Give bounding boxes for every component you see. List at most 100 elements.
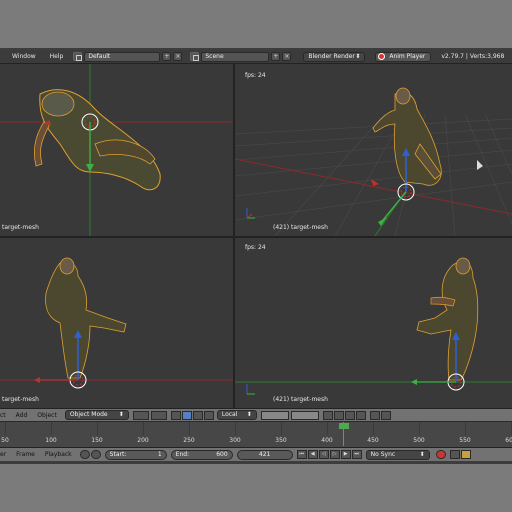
timeline-tick bbox=[281, 422, 282, 435]
current-frame-value: 421 bbox=[258, 450, 271, 458]
stats-text: v2.79.7 | Verts:3,968 bbox=[441, 53, 505, 60]
end-frame-label: End: bbox=[175, 450, 190, 458]
viewport-bottom-right[interactable]: fps: 24 (421) target-mesh bbox=[235, 238, 512, 408]
lock-layers-button[interactable] bbox=[322, 410, 333, 420]
timeline-header: er Frame Playback Start: 1 End: 600 421 … bbox=[0, 447, 512, 461]
viewport-bottom-left-label: target-mesh bbox=[2, 396, 39, 403]
menu-window[interactable]: Window bbox=[12, 53, 36, 60]
timeline-tick bbox=[189, 422, 190, 435]
timeline-tick-label: 200 bbox=[137, 437, 149, 444]
timeline-tick bbox=[327, 422, 328, 435]
viewport-bottom-right-scene bbox=[235, 257, 512, 395]
anim-player-label: Anim Player bbox=[389, 52, 426, 60]
viewport-top-right-scene bbox=[235, 87, 512, 236]
viewport-bottom-left-scene bbox=[0, 257, 233, 389]
jump-end-button[interactable]: ⏭ bbox=[351, 450, 362, 459]
render-preview-button[interactable] bbox=[369, 410, 380, 420]
timeline-tick bbox=[97, 422, 98, 435]
end-frame-value: 600 bbox=[216, 450, 228, 458]
screen-layout-icon[interactable] bbox=[73, 52, 83, 61]
cancel-icon bbox=[378, 53, 386, 60]
timeline-tick-label: 500 bbox=[413, 437, 425, 444]
anim-player-button[interactable]: Anim Player bbox=[375, 51, 432, 62]
viewport-top-right-fps: fps: 24 bbox=[245, 72, 266, 79]
preview-range-toggle[interactable] bbox=[79, 450, 90, 459]
timeline-tick-label: 600 bbox=[505, 437, 512, 444]
key-insert-button[interactable] bbox=[460, 450, 471, 459]
viewport-divider-horizontal[interactable] bbox=[0, 236, 512, 238]
layers-block-1[interactable] bbox=[260, 410, 289, 420]
render-engine-dropdown[interactable]: Blender Render ⬍ bbox=[303, 51, 366, 62]
menu-select[interactable]: ct bbox=[0, 412, 6, 419]
menu-playback[interactable]: Playback bbox=[45, 451, 72, 458]
timeline-playhead-handle[interactable] bbox=[339, 423, 349, 429]
chevron-down-icon: ⬍ bbox=[355, 52, 361, 60]
play-button[interactable]: ▷ bbox=[329, 450, 340, 459]
viewport-bottom-right-fps: fps: 24 bbox=[245, 244, 266, 251]
menu-frame[interactable]: Frame bbox=[16, 451, 35, 458]
current-frame-field[interactable]: 421 bbox=[236, 449, 293, 460]
viewport-top-right-label: (421) target-mesh bbox=[273, 224, 328, 231]
timeline-tick bbox=[419, 422, 420, 435]
jump-start-button[interactable]: ⏮ bbox=[296, 450, 307, 459]
time-sync-toggle[interactable] bbox=[90, 450, 101, 459]
menu-marker[interactable]: er bbox=[0, 451, 6, 458]
layout-add-button[interactable]: + bbox=[162, 52, 172, 61]
end-frame-field[interactable]: End: 600 bbox=[170, 449, 233, 460]
timeline-tick bbox=[5, 422, 6, 435]
viewport-top-left-label: target-mesh bbox=[2, 224, 39, 231]
viewport-bottom-left[interactable]: target-mesh bbox=[0, 238, 233, 408]
menu-object[interactable]: Object bbox=[37, 412, 57, 419]
start-frame-label: Start: bbox=[109, 450, 127, 458]
timeline-tick bbox=[373, 422, 374, 435]
start-frame-field[interactable]: Start: 1 bbox=[104, 449, 167, 460]
next-key-button[interactable]: ▶ bbox=[340, 450, 351, 459]
start-frame-value: 1 bbox=[157, 450, 162, 458]
timeline-tick-label: 150 bbox=[91, 437, 103, 444]
timeline-ruler[interactable]: 50 100 150 200 250 300 350 400 450 500 550 600 bbox=[0, 421, 512, 447]
timeline-tick-label: 350 bbox=[275, 437, 287, 444]
layers-block-2[interactable] bbox=[290, 410, 319, 420]
shading-dropdown[interactable] bbox=[132, 410, 149, 420]
scene-add-button[interactable]: + bbox=[271, 52, 281, 61]
timeline-tick-label: 250 bbox=[183, 437, 195, 444]
chevron-down-icon: ⬍ bbox=[246, 411, 252, 418]
render-anim-button[interactable] bbox=[380, 410, 391, 420]
layout-field[interactable]: Default bbox=[84, 51, 161, 62]
proportional-edit-button[interactable] bbox=[333, 410, 344, 420]
menu-help[interactable]: Help bbox=[50, 53, 64, 60]
orientation-dropdown[interactable]: Local ⬍ bbox=[216, 410, 257, 420]
timeline-tick bbox=[51, 422, 52, 435]
play-reverse-button[interactable]: ◁ bbox=[318, 450, 329, 459]
timeline-tick-label: 400 bbox=[321, 437, 333, 444]
sync-dropdown[interactable]: No Sync ⬍ bbox=[365, 449, 430, 460]
layout-close-button[interactable]: × bbox=[173, 52, 183, 61]
viewport-top-left[interactable]: target-mesh bbox=[0, 64, 233, 236]
scene-field[interactable]: Scene bbox=[201, 51, 270, 62]
scene-close-button[interactable]: × bbox=[282, 52, 292, 61]
timeline-tick-label: 50 bbox=[1, 437, 9, 444]
timeline-ticks: 50 100 150 200 250 300 350 400 450 500 550 600 bbox=[0, 422, 512, 446]
timeline-tick-label: 300 bbox=[229, 437, 241, 444]
scale-tool[interactable] bbox=[203, 410, 214, 420]
chevron-down-icon: ⬍ bbox=[419, 450, 425, 458]
snap-element-button[interactable] bbox=[355, 410, 366, 420]
snap-button[interactable] bbox=[344, 410, 355, 420]
prev-key-button[interactable]: ◀ bbox=[307, 450, 318, 459]
menu-add[interactable]: Add bbox=[16, 412, 28, 419]
pivot-dropdown[interactable] bbox=[150, 410, 167, 420]
info-header: Window Help Default + × Scene + × Blende… bbox=[0, 50, 512, 64]
manipulator-toggle[interactable] bbox=[170, 410, 181, 420]
record-button[interactable] bbox=[435, 450, 446, 459]
translate-tool[interactable] bbox=[181, 410, 192, 420]
timeline-tick-label: 450 bbox=[367, 437, 379, 444]
keying-set-icon[interactable] bbox=[449, 450, 460, 459]
timeline-tick bbox=[143, 422, 144, 435]
viewport-top-left-scene bbox=[0, 64, 233, 236]
chevron-down-icon: ⬍ bbox=[118, 411, 124, 418]
timeline-tick bbox=[235, 422, 236, 435]
rotate-tool[interactable] bbox=[192, 410, 203, 420]
mode-dropdown[interactable]: Object Mode ⬍ bbox=[64, 410, 129, 420]
scene-icon[interactable] bbox=[190, 52, 200, 61]
viewport-top-right[interactable]: fps: 24 (421) target-mesh bbox=[235, 64, 512, 236]
